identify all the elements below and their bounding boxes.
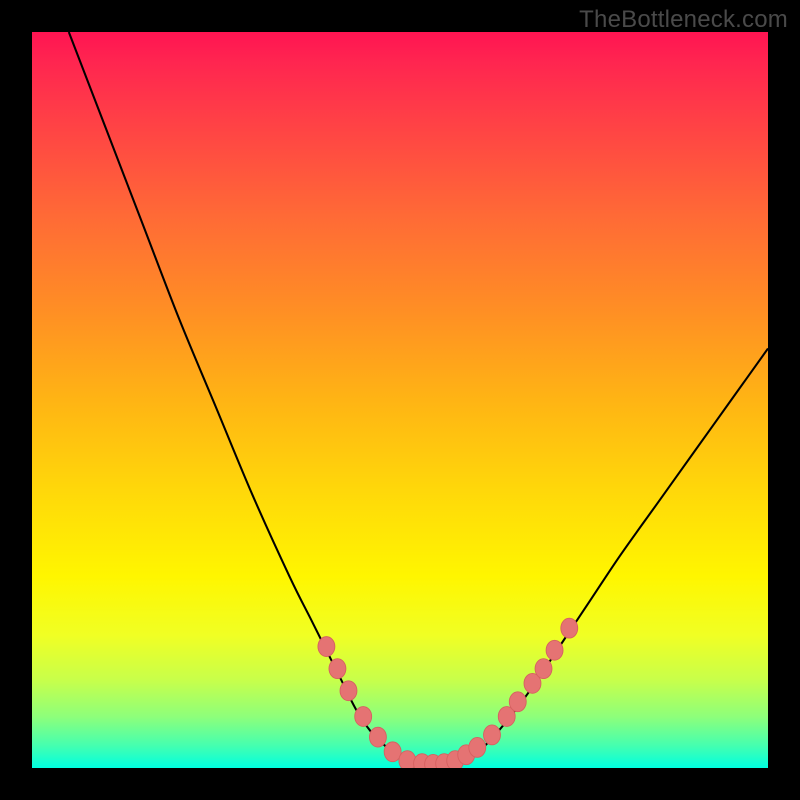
curve-marker bbox=[546, 640, 563, 660]
bottleneck-curve-path bbox=[69, 32, 768, 765]
curve-marker bbox=[535, 659, 552, 679]
curve-marker bbox=[369, 727, 386, 747]
curve-marker bbox=[329, 659, 346, 679]
curve-marker bbox=[318, 637, 335, 657]
curve-marker bbox=[355, 707, 372, 727]
curve-marker bbox=[484, 725, 501, 745]
curve-marker bbox=[384, 742, 401, 762]
curve-marker bbox=[469, 737, 486, 757]
curve-marker bbox=[340, 681, 357, 701]
attribution-text: TheBottleneck.com bbox=[579, 6, 788, 34]
curve-marker bbox=[561, 618, 578, 638]
curve-marker bbox=[399, 751, 416, 768]
curve-marker bbox=[509, 692, 526, 712]
chart-plot-area bbox=[32, 32, 768, 768]
chart-svg bbox=[32, 32, 768, 768]
curve-markers-group bbox=[318, 618, 578, 768]
